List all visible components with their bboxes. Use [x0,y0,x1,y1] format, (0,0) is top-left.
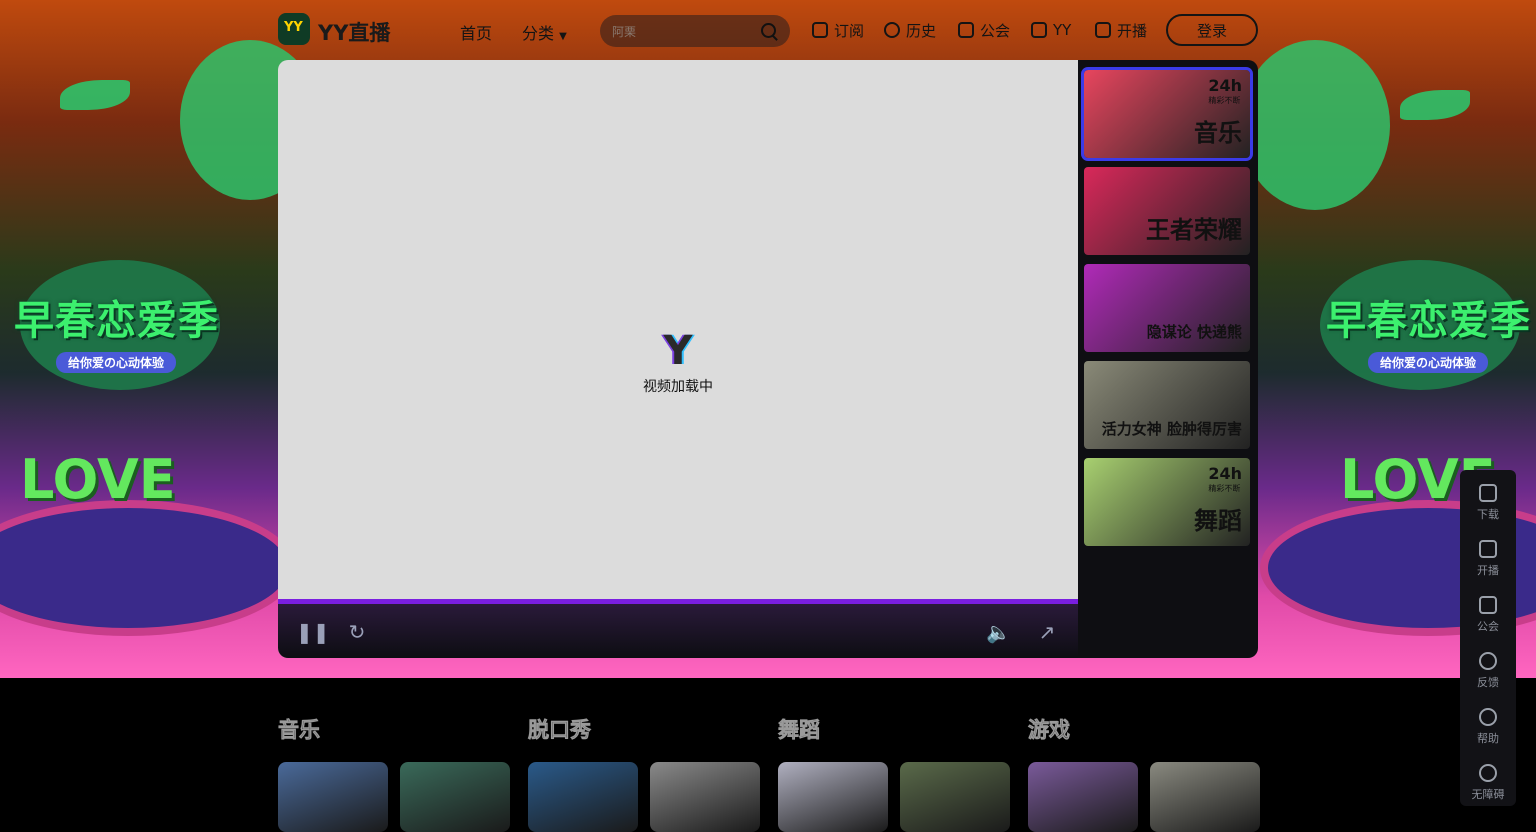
side-toolbar: 下载开播公会反馈帮助无障碍 [1460,470,1516,806]
loading-logo-icon: Y [663,328,693,374]
nav-yy[interactable]: YY [1031,16,1071,44]
shield-icon [958,22,974,38]
chevron-down-icon: ▼ [559,31,567,42]
event-badge-title: 早春恋爱季 [14,298,219,344]
channel-card[interactable]: 王者荣耀 [1084,167,1250,255]
loading-text: 视频加载中 [643,379,713,395]
nav-category-dropdown[interactable]: 分类 ▼ [522,20,567,44]
decor-leaf [1240,40,1390,210]
logo-text[interactable]: YY直播 [318,17,390,47]
side-toolbar-item[interactable]: 帮助 [1460,698,1516,754]
download-icon [1479,484,1497,502]
stream-thumbnail[interactable] [900,762,1010,832]
channel-tag-sub: 精彩不断 [1208,96,1241,105]
stream-thumbnail[interactable] [400,762,510,832]
nav-history[interactable]: 历史 [884,16,936,44]
nav-subscribe-label: 订阅 [834,21,865,40]
nav-broadcast-label: 开播 [1117,21,1148,40]
channel-card[interactable]: 活力女神 脸肿得厉害 [1084,361,1250,449]
search-box [600,15,790,47]
nav-broadcast[interactable]: 开播 [1095,16,1147,44]
nav-history-label: 历史 [906,21,937,40]
nav-guild-label: 公会 [980,21,1011,40]
side-toolbar-label: 无障碍 [1471,788,1505,801]
shield-icon [1479,596,1497,614]
channel-label: 音乐 [1194,119,1242,147]
nav-home-link[interactable]: 首页 [460,20,492,44]
side-toolbar-item[interactable]: 反馈 [1460,642,1516,698]
nav-yy-label: YY [1053,21,1072,39]
clock-icon [884,22,900,38]
loading-indicator: Y 视频加载中 [278,330,1078,396]
category-title[interactable]: 脱口秀 [528,714,592,744]
decor-leaf [1400,90,1470,120]
bookmark-icon [812,22,828,38]
side-toolbar-item[interactable]: 公会 [1460,586,1516,642]
side-toolbar-label: 下载 [1477,508,1499,521]
logo-icon[interactable]: YY [278,13,310,45]
decor-leaf [60,80,130,110]
login-button[interactable]: 登录 [1166,14,1258,46]
nav-guild[interactable]: 公会 [958,16,1010,44]
stream-thumbnail[interactable] [1028,762,1138,832]
event-badge-title: 早春恋爱季 [1326,298,1531,344]
refresh-icon[interactable]: ↻ [346,621,368,643]
volume-icon[interactable]: 🔈 [986,621,1011,643]
stream-thumbnail[interactable] [650,762,760,832]
video-player[interactable]: Y 视频加载中 ❚❚ ↻ 🔈 ↗ [278,60,1078,658]
category-title[interactable]: 游戏 [1028,714,1071,744]
love-text: LOVE [20,448,176,511]
channel-card[interactable]: 隐谋论 快递熊 [1084,264,1250,352]
headset-icon [1479,708,1497,726]
feedback-icon [1479,652,1497,670]
stream-thumbnail[interactable] [1150,762,1260,832]
channel-tag: 24h 精彩不断 [1208,76,1242,105]
side-toolbar-label: 公会 [1477,620,1499,633]
yy-app-icon [1031,22,1047,38]
channel-card[interactable]: 24h 精彩不断音乐 [1081,67,1253,161]
channel-label: 王者荣耀 [1146,216,1242,244]
category-title[interactable]: 舞蹈 [778,714,821,744]
fullscreen-icon[interactable]: ↗ [1036,621,1058,643]
side-toolbar-item[interactable]: 无障碍 [1460,754,1516,810]
pause-icon[interactable]: ❚❚ [296,621,330,643]
player-controls: ❚❚ ↻ 🔈 ↗ [278,604,1078,658]
decor-pond [0,500,296,636]
side-toolbar-label: 开播 [1477,564,1499,577]
stream-thumbnail[interactable] [778,762,888,832]
side-toolbar-item[interactable]: 开播 [1460,530,1516,586]
channel-list: 24h 精彩不断 音乐 王者荣耀 隐谋论 快递熊 活力女神 脸肿得厉害 24h 精彩不断 舞蹈 [1078,60,1258,658]
channel-label: 活力女神 脸肿得厉害 [1101,420,1242,438]
channel-tag-sub: 精彩不断 [1208,484,1241,493]
channel-card[interactable]: 24h 精彩不断舞蹈 [1084,458,1250,546]
stream-thumbnail[interactable] [278,762,388,832]
side-toolbar-label: 帮助 [1477,732,1499,745]
nav-category-label: 分类 [522,24,555,43]
stream-thumbnail[interactable] [528,762,638,832]
camera-icon [1095,22,1111,38]
search-input[interactable] [610,22,754,42]
channel-tag: 24h 精彩不断 [1208,464,1242,493]
channel-label: 舞蹈 [1194,507,1242,535]
top-navigation: YY YY直播 首页 分类 ▼ 订阅 历史 公会 YY 开播 登录 [278,12,1258,48]
search-icon[interactable] [761,23,776,38]
event-badge-subtitle: 给你爱の心动体验 [56,352,177,373]
category-title[interactable]: 音乐 [278,714,321,744]
nav-subscribe[interactable]: 订阅 [812,16,864,44]
side-toolbar-label: 反馈 [1477,676,1499,689]
channel-label: 隐谋论 快递熊 [1146,323,1242,341]
camera-icon [1479,540,1497,558]
accessibility-icon [1479,764,1497,782]
logo-mark: YY [284,20,303,35]
side-toolbar-item[interactable]: 下载 [1460,474,1516,530]
event-badge-subtitle: 给你爱の心动体验 [1368,352,1489,373]
